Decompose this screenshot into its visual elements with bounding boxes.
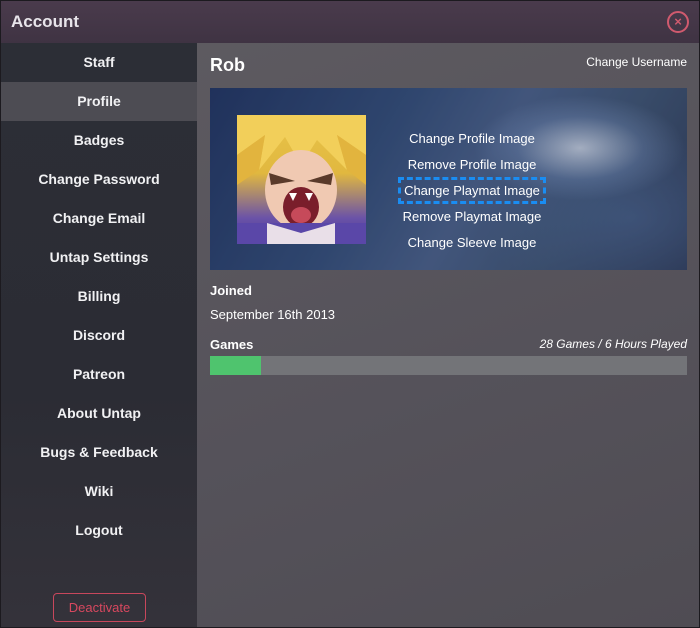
sidebar-item-bugs-feedback[interactable]: Bugs & Feedback: [1, 433, 197, 472]
sidebar: Staff Profile Badges Change Password Cha…: [1, 43, 197, 627]
sidebar-item-change-password[interactable]: Change Password: [1, 160, 197, 199]
change-playmat-image-label: Change Playmat Image: [398, 177, 546, 204]
joined-date: September 16th 2013: [210, 307, 336, 322]
sidebar-item-billing[interactable]: Billing: [1, 277, 197, 316]
change-username-link[interactable]: Change Username: [586, 55, 687, 69]
sidebar-item-patreon[interactable]: Patreon: [1, 355, 197, 394]
change-playmat-image-link[interactable]: Change Playmat Image: [210, 177, 687, 204]
deactivate-button[interactable]: Deactivate: [53, 593, 146, 622]
sidebar-item-wiki[interactable]: Wiki: [1, 472, 197, 511]
title-bar: Account ×: [1, 1, 699, 43]
games-progress-bar: [210, 356, 687, 375]
sidebar-item-badges[interactable]: Badges: [1, 121, 197, 160]
change-profile-image-label: Change Profile Image: [409, 131, 535, 146]
remove-playmat-image-label: Remove Playmat Image: [402, 209, 542, 224]
window-title: Account: [11, 12, 79, 31]
sidebar-item-profile[interactable]: Profile: [1, 82, 197, 121]
sidebar-item-staff[interactable]: Staff: [1, 43, 197, 82]
remove-playmat-image-link[interactable]: Remove Playmat Image: [210, 209, 687, 224]
games-progress-fill: [210, 356, 262, 375]
games-summary: 28 Games / 6 Hours Played: [539, 337, 687, 351]
change-sleeve-image-link[interactable]: Change Sleeve Image: [210, 235, 687, 250]
close-icon: ×: [674, 14, 682, 29]
change-sleeve-image-label: Change Sleeve Image: [407, 235, 537, 250]
change-profile-image-link[interactable]: Change Profile Image: [210, 131, 687, 146]
sidebar-item-change-email[interactable]: Change Email: [1, 199, 197, 238]
close-button[interactable]: ×: [667, 11, 689, 33]
joined-label: Joined: [210, 283, 252, 298]
sidebar-item-logout[interactable]: Logout: [1, 511, 197, 550]
username: Rob: [210, 55, 245, 75]
sidebar-item-untap-settings[interactable]: Untap Settings: [1, 238, 197, 277]
remove-profile-image-label: Remove Profile Image: [407, 157, 537, 172]
playmat-banner: Change Profile Image Remove Profile Imag…: [210, 88, 687, 270]
games-label: Games: [210, 337, 254, 352]
remove-profile-image-link[interactable]: Remove Profile Image: [210, 157, 687, 172]
sidebar-item-discord[interactable]: Discord: [1, 316, 197, 355]
account-window: Account × Staff Profile Badges Change Pa…: [0, 0, 700, 628]
sidebar-item-about-untap[interactable]: About Untap: [1, 394, 197, 433]
profile-panel: Rob Change Username Change Profile Image…: [197, 43, 699, 627]
